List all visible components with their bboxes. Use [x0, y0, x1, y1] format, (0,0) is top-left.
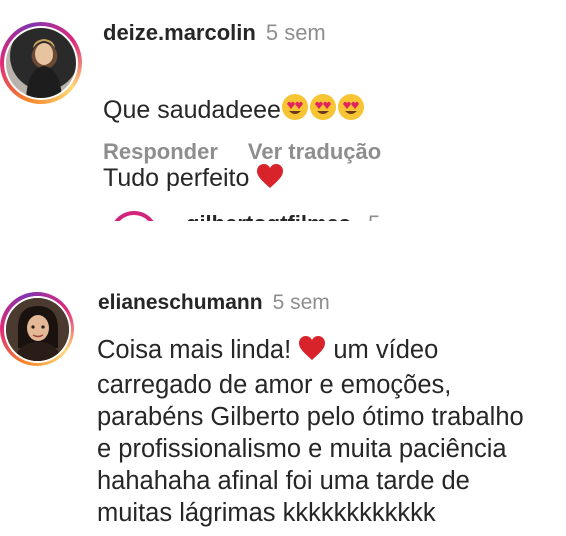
- username-text[interactable]: deize.marcolin: [103, 20, 256, 45]
- heart-eyes-emoji-icon: [309, 93, 337, 130]
- red-heart-emoji-icon: [256, 163, 284, 198]
- comment-text-part: Coisa mais linda!: [97, 336, 292, 364]
- timestamp: 5 sem: [265, 20, 326, 45]
- avatar[interactable]: [110, 211, 158, 221]
- comment-line: Que saudadeee: [103, 93, 365, 130]
- comment-line-text: Que saudadeee: [103, 95, 281, 124]
- reply-button[interactable]: Responder: [103, 139, 218, 164]
- comment-deize: deize.marcolin 5 sem Que saudadeee Tudo p…: [0, 0, 566, 200]
- see-translation-button[interactable]: Ver tradução: [248, 139, 381, 164]
- timestamp: 5: [368, 211, 380, 221]
- avatar[interactable]: [0, 292, 74, 366]
- heart-eyes-emoji-icon: [337, 93, 365, 130]
- comment-actions: Responder Ver tradução: [103, 139, 411, 165]
- heart-eyes-emoji-icon: [281, 93, 309, 130]
- comment-line-text: Tudo perfeito: [103, 163, 250, 192]
- username-text[interactable]: gilbertogtfilmes: [186, 211, 351, 221]
- avatar-photo: [5, 297, 69, 361]
- username[interactable]: elianeschumann 5 sem: [98, 291, 330, 315]
- avatar-photo: [6, 28, 76, 98]
- avatar[interactable]: [0, 22, 82, 104]
- username-text[interactable]: elianeschumann: [98, 291, 263, 314]
- timestamp: 5 sem: [272, 291, 330, 314]
- partial-reply-row: gilbertogtfilmes 5: [0, 205, 566, 221]
- comment-eliane: elianeschumann 5 sem Coisa mais linda! um…: [0, 270, 566, 536]
- username[interactable]: deize.marcolin 5 sem: [103, 20, 326, 46]
- comment-line: Tudo perfeito: [103, 162, 365, 198]
- red-heart-emoji-icon: [298, 335, 326, 369]
- comment-text: Coisa mais linda! um vídeo carregado de …: [97, 334, 524, 529]
